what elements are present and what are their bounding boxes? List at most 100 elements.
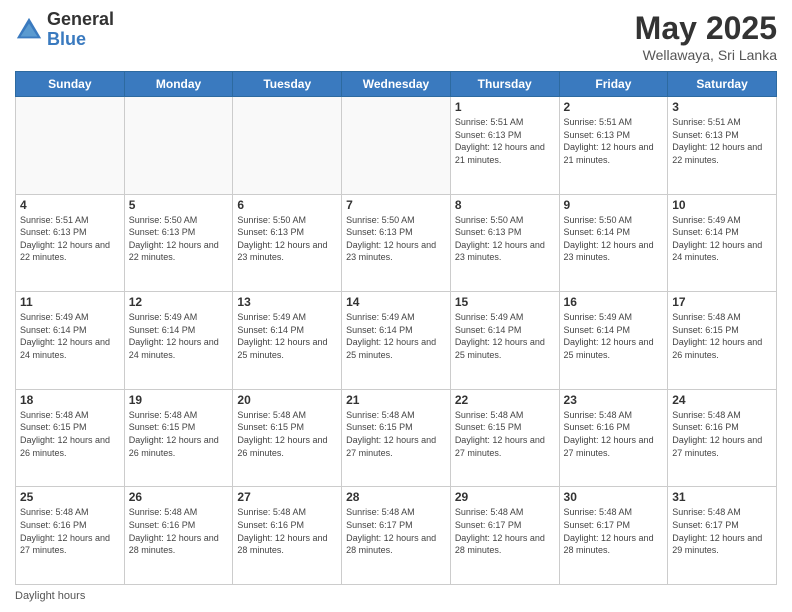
- day-header-thursday: Thursday: [450, 72, 559, 97]
- page: General Blue May 2025 Wellawaya, Sri Lan…: [0, 0, 792, 612]
- day-number: 1: [455, 100, 555, 114]
- day-number: 6: [237, 198, 337, 212]
- day-number: 9: [564, 198, 664, 212]
- day-number: 30: [564, 490, 664, 504]
- day-info: Sunrise: 5:48 AM Sunset: 6:15 PM Dayligh…: [346, 409, 446, 459]
- calendar-cell: 28 Sunrise: 5:48 AM Sunset: 6:17 PM Dayli…: [342, 487, 451, 585]
- logo-text: General Blue: [47, 10, 114, 50]
- day-info: Sunrise: 5:49 AM Sunset: 6:14 PM Dayligh…: [564, 311, 664, 361]
- day-number: 24: [672, 393, 772, 407]
- calendar-cell: 3 Sunrise: 5:51 AM Sunset: 6:13 PM Daylig…: [668, 97, 777, 195]
- calendar-cell: 12 Sunrise: 5:49 AM Sunset: 6:14 PM Dayli…: [124, 292, 233, 390]
- calendar-cell: 5Sunrise: 5:50 AM Sunset: 6:13 PM Daylig…: [124, 194, 233, 292]
- day-info: Sunrise: 5:48 AM Sunset: 6:15 PM Dayligh…: [129, 409, 229, 459]
- calendar-cell: 20 Sunrise: 5:48 AM Sunset: 6:15 PM Dayli…: [233, 389, 342, 487]
- day-info: Sunrise: 5:50 AM Sunset: 6:14 PM Dayligh…: [564, 214, 664, 264]
- day-info: Sunrise: 5:50 AM Sunset: 6:13 PM Dayligh…: [237, 214, 337, 264]
- day-number: 28: [346, 490, 446, 504]
- calendar-cell: 7Sunrise: 5:50 AM Sunset: 6:13 PM Daylig…: [342, 194, 451, 292]
- calendar: SundayMondayTuesdayWednesdayThursdayFrid…: [15, 71, 777, 585]
- calendar-cell: 25Sunrise: 5:48 AM Sunset: 6:16 PM Dayli…: [16, 487, 125, 585]
- day-info: Sunrise: 5:48 AM Sunset: 6:17 PM Dayligh…: [564, 506, 664, 556]
- day-info: Sunrise: 5:49 AM Sunset: 6:14 PM Dayligh…: [20, 311, 120, 361]
- day-info: Sunrise: 5:51 AM Sunset: 6:13 PM Dayligh…: [455, 116, 555, 166]
- calendar-cell: 13 Sunrise: 5:49 AM Sunset: 6:14 PM Dayli…: [233, 292, 342, 390]
- header: General Blue May 2025 Wellawaya, Sri Lan…: [15, 10, 777, 63]
- calendar-cell: 11 Sunrise: 5:49 AM Sunset: 6:14 PM Dayli…: [16, 292, 125, 390]
- day-number: 14: [346, 295, 446, 309]
- day-info: Sunrise: 5:48 AM Sunset: 6:16 PM Dayligh…: [564, 409, 664, 459]
- calendar-cell: 6 Sunrise: 5:50 AM Sunset: 6:13 PM Daylig…: [233, 194, 342, 292]
- day-number: 7: [346, 198, 446, 212]
- calendar-cell: 15 Sunrise: 5:49 AM Sunset: 6:14 PM Dayli…: [450, 292, 559, 390]
- calendar-cell: [124, 97, 233, 195]
- footer: Daylight hours: [15, 590, 777, 602]
- calendar-header-row: SundayMondayTuesdayWednesdayThursdayFrid…: [16, 72, 777, 97]
- day-header-friday: Friday: [559, 72, 668, 97]
- day-number: 8: [455, 198, 555, 212]
- main-title: May 2025: [635, 10, 777, 47]
- day-number: 17: [672, 295, 772, 309]
- calendar-week-row: 18 Sunrise: 5:48 AM Sunset: 6:15 PM Dayli…: [16, 389, 777, 487]
- calendar-cell: 31Sunrise: 5:48 AM Sunset: 6:17 PM Dayli…: [668, 487, 777, 585]
- day-number: 16: [564, 295, 664, 309]
- calendar-cell: 4 Sunrise: 5:51 AM Sunset: 6:13 PM Daylig…: [16, 194, 125, 292]
- calendar-cell: 8 Sunrise: 5:50 AM Sunset: 6:13 PM Daylig…: [450, 194, 559, 292]
- calendar-cell: 21 Sunrise: 5:48 AM Sunset: 6:15 PM Dayli…: [342, 389, 451, 487]
- day-number: 4: [20, 198, 120, 212]
- day-number: 18: [20, 393, 120, 407]
- logo: General Blue: [15, 10, 114, 50]
- calendar-cell: 22Sunrise: 5:48 AM Sunset: 6:15 PM Dayli…: [450, 389, 559, 487]
- day-info: Sunrise: 5:49 AM Sunset: 6:14 PM Dayligh…: [237, 311, 337, 361]
- day-info: Sunrise: 5:48 AM Sunset: 6:16 PM Dayligh…: [672, 409, 772, 459]
- daylight-label: Daylight hours: [15, 590, 85, 602]
- day-info: Sunrise: 5:49 AM Sunset: 6:14 PM Dayligh…: [455, 311, 555, 361]
- day-header-saturday: Saturday: [668, 72, 777, 97]
- calendar-cell: 16 Sunrise: 5:49 AM Sunset: 6:14 PM Dayli…: [559, 292, 668, 390]
- day-number: 11: [20, 295, 120, 309]
- day-info: Sunrise: 5:48 AM Sunset: 6:17 PM Dayligh…: [455, 506, 555, 556]
- day-number: 29: [455, 490, 555, 504]
- calendar-cell: [342, 97, 451, 195]
- calendar-cell: 17Sunrise: 5:48 AM Sunset: 6:15 PM Dayli…: [668, 292, 777, 390]
- day-number: 15: [455, 295, 555, 309]
- calendar-cell: [233, 97, 342, 195]
- calendar-week-row: 11 Sunrise: 5:49 AM Sunset: 6:14 PM Dayli…: [16, 292, 777, 390]
- day-info: Sunrise: 5:48 AM Sunset: 6:16 PM Dayligh…: [129, 506, 229, 556]
- calendar-cell: 9 Sunrise: 5:50 AM Sunset: 6:14 PM Daylig…: [559, 194, 668, 292]
- calendar-week-row: 4 Sunrise: 5:51 AM Sunset: 6:13 PM Daylig…: [16, 194, 777, 292]
- day-number: 31: [672, 490, 772, 504]
- day-info: Sunrise: 5:51 AM Sunset: 6:13 PM Dayligh…: [20, 214, 120, 264]
- calendar-cell: 2 Sunrise: 5:51 AM Sunset: 6:13 PM Daylig…: [559, 97, 668, 195]
- calendar-cell: 1 Sunrise: 5:51 AM Sunset: 6:13 PM Daylig…: [450, 97, 559, 195]
- calendar-cell: 18 Sunrise: 5:48 AM Sunset: 6:15 PM Dayli…: [16, 389, 125, 487]
- day-info: Sunrise: 5:49 AM Sunset: 6:14 PM Dayligh…: [129, 311, 229, 361]
- day-info: Sunrise: 5:48 AM Sunset: 6:15 PM Dayligh…: [20, 409, 120, 459]
- day-number: 12: [129, 295, 229, 309]
- calendar-cell: 10 Sunrise: 5:49 AM Sunset: 6:14 PM Dayli…: [668, 194, 777, 292]
- calendar-cell: 30 Sunrise: 5:48 AM Sunset: 6:17 PM Dayli…: [559, 487, 668, 585]
- day-info: Sunrise: 5:51 AM Sunset: 6:13 PM Dayligh…: [564, 116, 664, 166]
- day-number: 21: [346, 393, 446, 407]
- day-number: 13: [237, 295, 337, 309]
- day-header-monday: Monday: [124, 72, 233, 97]
- day-number: 25: [20, 490, 120, 504]
- calendar-cell: [16, 97, 125, 195]
- day-number: 10: [672, 198, 772, 212]
- day-number: 22: [455, 393, 555, 407]
- day-number: 2: [564, 100, 664, 114]
- day-number: 20: [237, 393, 337, 407]
- day-number: 3: [672, 100, 772, 114]
- day-header-sunday: Sunday: [16, 72, 125, 97]
- day-info: Sunrise: 5:48 AM Sunset: 6:17 PM Dayligh…: [346, 506, 446, 556]
- day-info: Sunrise: 5:51 AM Sunset: 6:13 PM Dayligh…: [672, 116, 772, 166]
- calendar-cell: 23Sunrise: 5:48 AM Sunset: 6:16 PM Dayli…: [559, 389, 668, 487]
- day-info: Sunrise: 5:49 AM Sunset: 6:14 PM Dayligh…: [672, 214, 772, 264]
- day-info: Sunrise: 5:50 AM Sunset: 6:13 PM Dayligh…: [129, 214, 229, 264]
- calendar-week-row: 1 Sunrise: 5:51 AM Sunset: 6:13 PM Daylig…: [16, 97, 777, 195]
- day-info: Sunrise: 5:50 AM Sunset: 6:13 PM Dayligh…: [455, 214, 555, 264]
- calendar-cell: 14Sunrise: 5:49 AM Sunset: 6:14 PM Dayli…: [342, 292, 451, 390]
- day-header-tuesday: Tuesday: [233, 72, 342, 97]
- day-number: 26: [129, 490, 229, 504]
- day-info: Sunrise: 5:48 AM Sunset: 6:15 PM Dayligh…: [237, 409, 337, 459]
